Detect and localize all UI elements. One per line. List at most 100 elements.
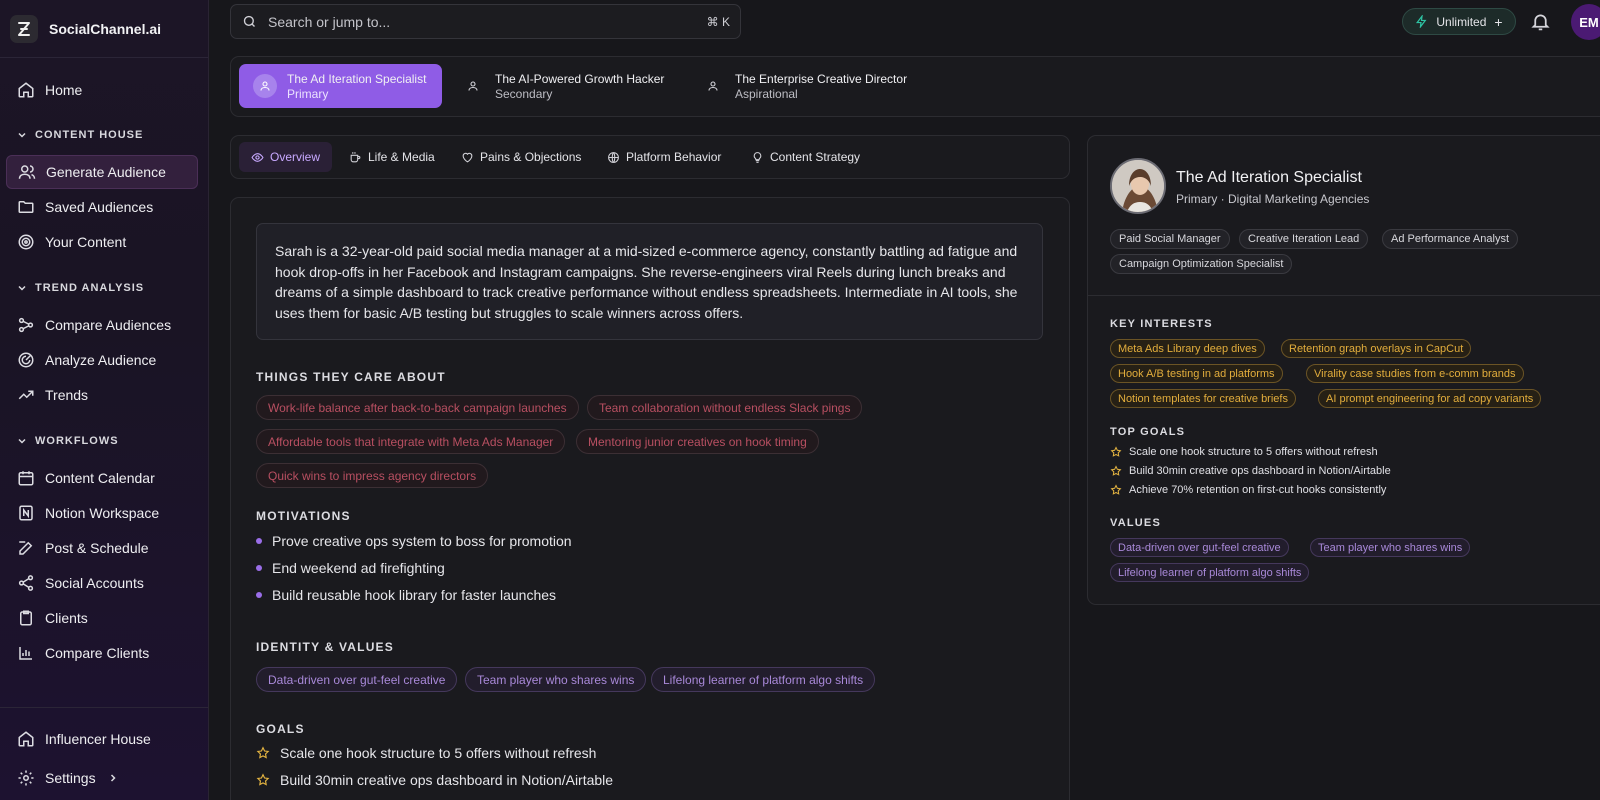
section-workflows[interactable]: WORKFLOWS bbox=[17, 435, 119, 447]
search-input[interactable]: Search or jump to... bbox=[268, 14, 707, 30]
section-title: TREND ANALYSIS bbox=[35, 282, 145, 294]
motivation-text: Build reusable hook library for faster l… bbox=[272, 587, 557, 603]
sidebar-item-label: Compare Clients bbox=[45, 645, 150, 661]
role-chip: Campaign Optimization Specialist bbox=[1110, 254, 1293, 274]
identity-title: IDENTITY & VALUES bbox=[256, 640, 394, 654]
sidebar-item-generate-audience[interactable]: Generate Audience bbox=[6, 155, 198, 189]
bullet-dot bbox=[256, 538, 262, 544]
persona-tab-enterprise-creative-director[interactable]: The Enterprise Creative Director Aspirat… bbox=[701, 64, 931, 108]
app-name: SocialChannel.ai bbox=[49, 20, 162, 37]
value-chip: Lifelong learner of platform algo shifts bbox=[651, 667, 876, 692]
search-bar[interactable]: Search or jump to... ⌘ K bbox=[230, 4, 741, 39]
role-chip: Ad Performance Analyst bbox=[1382, 229, 1519, 249]
persona-profile-card: The Ad Iteration Specialist Primary · Di… bbox=[1087, 135, 1600, 605]
persona-tabs: The Ad Iteration Specialist Primary The … bbox=[230, 56, 1600, 117]
clipboard-icon bbox=[20, 610, 32, 626]
tab-life-media[interactable]: Life & Media bbox=[337, 142, 447, 172]
sidebar-item-label: Your Content bbox=[45, 234, 127, 250]
persona-title: The Enterprise Creative Director bbox=[735, 71, 908, 86]
sidebar-item-label: Content Calendar bbox=[45, 470, 155, 486]
home-icon bbox=[18, 82, 34, 98]
persona-description: Sarah is a 32-year-old paid social media… bbox=[256, 223, 1043, 340]
user-avatar[interactable]: EM bbox=[1571, 4, 1600, 40]
sidebar-item-clients[interactable]: Clients bbox=[6, 601, 198, 635]
motivation-text: End weekend ad firefighting bbox=[272, 560, 445, 576]
user-icon bbox=[253, 74, 277, 98]
sidebar-item-compare-audiences[interactable]: Compare Audiences bbox=[6, 308, 198, 342]
tab-label: Content Strategy bbox=[770, 150, 861, 164]
sidebar-item-label: Generate Audience bbox=[46, 164, 166, 180]
sidebar-item-trends[interactable]: Trends bbox=[6, 378, 198, 412]
persona-title: The AI-Powered Growth Hacker bbox=[495, 71, 665, 86]
sidebar-item-label: Trends bbox=[45, 387, 89, 403]
sidebar-item-label: Clients bbox=[45, 610, 88, 626]
motivation-item: Prove creative ops system to boss for pr… bbox=[256, 533, 572, 549]
bolt-icon bbox=[1416, 15, 1427, 28]
chevron-down-icon bbox=[18, 132, 26, 138]
goal-item: Build 30min creative ops dashboard in No… bbox=[256, 772, 613, 788]
sidebar-item-settings[interactable]: Settings bbox=[6, 761, 198, 795]
care-chip: Affordable tools that integrate with Met… bbox=[256, 429, 566, 454]
care-chip: Work-life balance after back-to-back cam… bbox=[256, 395, 579, 420]
bar-chart-icon bbox=[19, 647, 32, 660]
role-chip: Creative Iteration Lead bbox=[1239, 229, 1369, 249]
persona-avatar bbox=[1110, 158, 1166, 214]
tab-label: Overview bbox=[270, 150, 321, 164]
value-chip: Team player who shares wins bbox=[465, 667, 647, 692]
goal-text: Build 30min creative ops dashboard in No… bbox=[280, 772, 614, 788]
sidebar-item-home[interactable]: Home bbox=[6, 73, 198, 107]
star-icon bbox=[256, 773, 270, 786]
user-icon bbox=[461, 74, 485, 98]
tab-pains-objections[interactable]: Pains & Objections bbox=[449, 142, 593, 172]
sidebar-item-content-calendar[interactable]: Content Calendar bbox=[6, 461, 198, 495]
bell-icon[interactable] bbox=[1530, 11, 1551, 32]
sidebar-item-analyze-audience[interactable]: Analyze Audience bbox=[6, 343, 198, 377]
sidebar-item-label: Social Accounts bbox=[45, 575, 144, 591]
sidebar-item-saved-audiences[interactable]: Saved Audiences bbox=[6, 190, 198, 224]
gear-icon bbox=[18, 770, 34, 786]
section-trend-analysis[interactable]: TREND ANALYSIS bbox=[17, 282, 144, 294]
trending-up-icon bbox=[18, 390, 34, 400]
persona-subtitle: Primary bbox=[287, 86, 329, 101]
lightbulb-icon bbox=[753, 151, 762, 163]
chevron-down-icon bbox=[18, 285, 26, 291]
values-title: VALUES bbox=[1110, 517, 1162, 529]
tab-content-strategy[interactable]: Content Strategy bbox=[739, 142, 872, 172]
sidebar-item-notion-workspace[interactable]: Notion Workspace bbox=[6, 496, 198, 530]
home-icon bbox=[18, 731, 34, 747]
brand[interactable]: SocialChannel.ai bbox=[0, 0, 208, 58]
plan-label: Unlimited bbox=[1436, 14, 1487, 29]
sidebar-item-social-accounts[interactable]: Social Accounts bbox=[6, 566, 198, 600]
persona-tab-ad-iteration-specialist[interactable]: The Ad Iteration Specialist Primary bbox=[239, 64, 442, 108]
top-goals-title: TOP GOALS bbox=[1110, 426, 1186, 438]
things-title: THINGS THEY CARE ABOUT bbox=[256, 370, 446, 384]
overview-panel: Sarah is a 32-year-old paid social media… bbox=[230, 197, 1070, 800]
top-goal-item: Scale one hook structure to 5 offers wit… bbox=[1110, 446, 1378, 458]
tab-label: Pains & Objections bbox=[480, 150, 582, 164]
sidebar-item-influencer-house[interactable]: Influencer House bbox=[6, 722, 198, 756]
interests-title: KEY INTERESTS bbox=[1110, 318, 1213, 330]
sidebar-item-label: Home bbox=[45, 82, 83, 98]
tab-overview[interactable]: Overview bbox=[239, 142, 333, 172]
top-goal-text: Scale one hook structure to 5 offers wit… bbox=[1129, 446, 1378, 458]
sidebar-item-your-content[interactable]: Your Content bbox=[6, 225, 198, 259]
sidebar-item-post-schedule[interactable]: Post & Schedule bbox=[6, 531, 198, 565]
care-chip: Quick wins to impress agency directors bbox=[256, 463, 489, 488]
tab-platform-behavior[interactable]: Platform Behavior bbox=[595, 142, 733, 172]
sidebar-item-compare-clients[interactable]: Compare Clients bbox=[6, 636, 198, 670]
globe-icon bbox=[608, 151, 619, 163]
value-chip: Lifelong learner of platform algo shifts bbox=[1110, 563, 1310, 582]
motivation-item: Build reusable hook library for faster l… bbox=[256, 587, 556, 603]
star-icon bbox=[256, 746, 270, 759]
tab-label: Life & Media bbox=[368, 150, 435, 164]
care-chip: Team collaboration without endless Slack… bbox=[587, 395, 863, 420]
section-content-house[interactable]: CONTENT HOUSE bbox=[17, 129, 143, 141]
sidebar-item-label: Analyze Audience bbox=[45, 352, 157, 368]
goal-text: Scale one hook structure to 5 offers wit… bbox=[280, 745, 597, 761]
calendar-icon bbox=[18, 471, 34, 486]
persona-tab-growth-hacker[interactable]: The AI-Powered Growth Hacker Secondary bbox=[461, 64, 681, 108]
sidebar-item-label: Notion Workspace bbox=[45, 505, 160, 521]
profile-divider bbox=[1088, 295, 1600, 296]
plan-badge[interactable]: Unlimited + bbox=[1402, 8, 1516, 35]
sidebar-divider bbox=[0, 707, 208, 708]
